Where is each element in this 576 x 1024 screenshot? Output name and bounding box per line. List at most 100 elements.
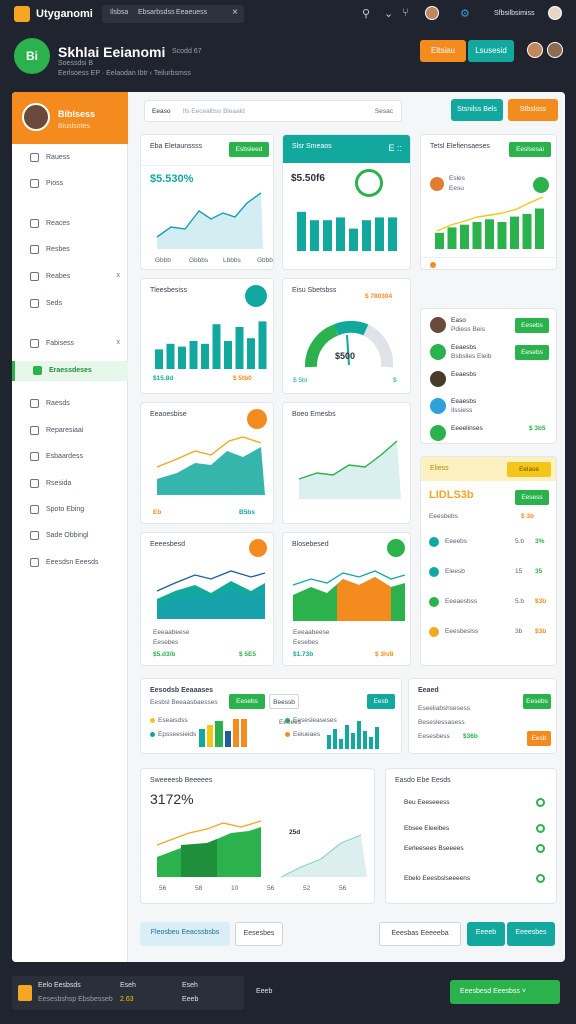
sidebar-item[interactable]: Rsesida (12, 474, 128, 494)
sidebar-item[interactable]: Sade Obbingl (12, 526, 128, 546)
card-tag-button[interactable]: Eesb (367, 694, 395, 709)
list-item[interactable]: Beu Eeeseeess (404, 799, 450, 806)
search-icon[interactable]: ⚲ (362, 7, 370, 20)
breadcrumb-item[interactable]: Eerlsoess EP (58, 70, 100, 77)
card-action-button[interactable]: Eeslsesai (509, 142, 551, 157)
list-item[interactable]: Ebsee Eleeibes (404, 825, 449, 832)
sidebar-item[interactable]: Raesds (12, 394, 128, 414)
search-label: Eeaso (152, 108, 171, 115)
card-value: $15.8d (153, 375, 174, 382)
sidebar-item[interactable]: Reparesiaai (12, 421, 128, 441)
chevron-icon[interactable]: x (117, 272, 121, 279)
branch-icon[interactable]: ⑂ (402, 7, 409, 19)
sidebar-item[interactable]: Seds (12, 294, 128, 314)
promo-sub-value: $ 3b (521, 513, 535, 520)
power-icon[interactable] (387, 539, 405, 557)
sidebar-item[interactable]: Resbes (12, 240, 128, 260)
bottom-button-1[interactable]: Fleosbeu Eeacssbsbs (140, 922, 230, 946)
card-secondary-button[interactable]: Beessb (269, 694, 299, 709)
bar (485, 219, 494, 249)
sidebar-item[interactable]: Spoto Ebing (12, 500, 128, 520)
sidebar-item[interactable]: Pioss (12, 174, 128, 194)
breadcrumb-item[interactable]: Eelaodan Ibtr (106, 70, 148, 77)
avatar[interactable] (547, 42, 563, 58)
promo-button[interactable]: Eesess (515, 490, 549, 505)
row-icon (429, 537, 439, 547)
tab-1[interactable]: Ilsbsa (110, 9, 128, 16)
header-secondary-button[interactable]: Lsusesid (468, 40, 514, 62)
nav-icon (33, 366, 42, 375)
check-icon[interactable] (536, 798, 545, 807)
status-value: $36b (463, 733, 478, 740)
legend-dot (430, 262, 436, 268)
list-item[interactable]: Eerleesees Bseeees (404, 845, 464, 852)
profile-header[interactable]: Biblsess Biuslsotes (12, 92, 128, 144)
tab-2[interactable]: Ebsarbsdss (138, 9, 175, 16)
list-item[interactable]: Ebelo Eeesbslseeeens (404, 875, 470, 882)
footer-col-2[interactable]: Eseh (182, 982, 198, 989)
person-action-button[interactable]: Eesebs (515, 345, 549, 360)
legend-label: Eseaisdss (158, 717, 188, 724)
close-icon[interactable]: × (232, 7, 238, 18)
person-action-button[interactable]: Eesebs (515, 318, 549, 333)
bar (447, 227, 457, 249)
search-input[interactable]: lfs Eecealbss Bleaald (183, 108, 245, 115)
alert-icon[interactable] (249, 539, 267, 557)
settings-icon[interactable]: ⚙ (460, 7, 470, 20)
sidebar-item[interactable]: Eeesdsn Eeesds (12, 553, 128, 573)
sidebar-item[interactable]: Reabes x (12, 267, 128, 287)
sidebar-item[interactable]: Reaces (12, 214, 128, 234)
sidebar-item[interactable]: Esbaardess (12, 447, 128, 467)
card-action-button[interactable]: Esbsleed (229, 142, 269, 157)
toolbar-button-2[interactable]: Stbsloss (508, 99, 558, 121)
nav-icon (30, 479, 39, 488)
card-sub: Eeeaabeese (153, 629, 190, 636)
search-bar[interactable]: Eeaso lfs Eecealbss Bleaald Sesac (144, 100, 402, 122)
row-icon (429, 597, 439, 607)
check-icon[interactable] (536, 874, 545, 883)
nav-icon (30, 426, 39, 435)
check-icon[interactable] (536, 824, 545, 833)
promo-tag[interactable]: Eelase (507, 462, 551, 477)
chevron-icon[interactable]: x (117, 339, 121, 346)
footer-col-3[interactable]: Eeeb (256, 988, 272, 995)
status-button[interactable]: Eesb (527, 731, 551, 746)
dropdown-icon[interactable]: ⌄ (384, 7, 393, 20)
card-title: Eba Eletaunssss (150, 143, 203, 150)
row-icon (429, 567, 439, 577)
alert-icon[interactable] (247, 409, 267, 429)
breadcrumb-item[interactable]: Teilurbsmss (154, 70, 191, 77)
sidebar-item[interactable]: Eraessdeses (12, 361, 128, 381)
bar (212, 324, 221, 369)
sidebar-item-label: Rauess (46, 154, 70, 161)
bottom-button-3[interactable]: Eeesbas Eeeeeba (379, 922, 461, 946)
avatar[interactable] (527, 42, 543, 58)
header-action-button[interactable]: Eltsiau (420, 40, 466, 62)
check-icon[interactable] (536, 844, 545, 853)
bar (472, 222, 482, 249)
avatar[interactable] (425, 6, 439, 20)
toolbar-button-1[interactable]: Stsnilss Bels (451, 99, 503, 121)
bottom-button-5[interactable]: Eeeesbes (507, 922, 555, 946)
card-value: $5.530% (150, 173, 194, 185)
sidebar-item[interactable]: Rauess (12, 148, 128, 168)
grid-icon[interactable]: E :: (388, 143, 402, 153)
bar (388, 217, 397, 251)
user-avatar[interactable] (548, 6, 562, 20)
nav-icon (30, 452, 39, 461)
card-action-button[interactable]: Eesebs (229, 694, 265, 709)
bottom-button-2[interactable]: Eesesbes (235, 922, 283, 946)
bottom-button-4[interactable]: Eeeeb (467, 922, 505, 946)
sidebar-item[interactable]: Fabisess x (12, 334, 128, 354)
chart-icon[interactable] (245, 285, 267, 307)
footer-cta-button[interactable]: Eeesbesd Eeesbss ˅ (450, 980, 560, 1004)
leaf-icon (355, 169, 383, 197)
search-submit[interactable]: Sesac (375, 108, 393, 115)
footer-col-1[interactable]: Eseh (120, 982, 136, 989)
bar (349, 228, 358, 251)
sidebar-item-label: Spoto Ebing (46, 506, 85, 513)
card-title: Blosebesed (292, 541, 329, 548)
nav-icon (30, 399, 39, 408)
tab-3[interactable]: Eeaeuess (176, 9, 207, 16)
card-action-button[interactable]: Eesebs (523, 694, 551, 709)
